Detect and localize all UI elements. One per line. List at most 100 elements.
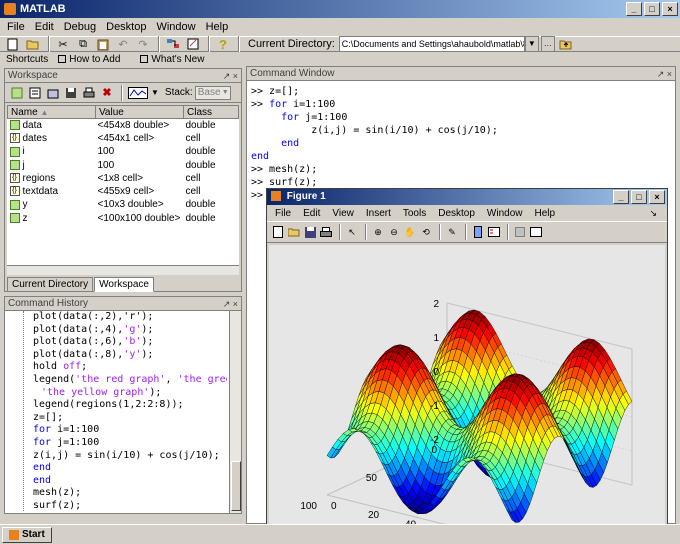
column-header-name[interactable]: Name ▲: [7, 105, 96, 119]
menu-desktop[interactable]: Desktop: [101, 21, 151, 33]
plot-selector-icon[interactable]: [127, 85, 149, 101]
history-tree-line: [23, 311, 24, 511]
figure-menu-window[interactable]: Window: [481, 208, 529, 219]
code-token: i=1:100: [287, 99, 336, 110]
code-line[interactable]: surf(z);: [9, 500, 227, 511]
panel-controls[interactable]: ↗ ×: [223, 69, 238, 83]
code-line[interactable]: plot(data(:,8),'y');: [9, 349, 227, 362]
scrollbar-thumb[interactable]: [231, 461, 241, 511]
code-line[interactable]: legend(regions(1,2:2:8));: [9, 399, 227, 412]
how-to-add-label: How to Add: [69, 53, 121, 65]
code-line[interactable]: end: [9, 462, 227, 475]
figure-menu-help[interactable]: Help: [529, 208, 562, 219]
dock-arrow-icon[interactable]: ↘: [643, 208, 663, 219]
table-row[interactable]: {} regions <1x8 cell> cell: [8, 172, 239, 185]
pan-hand-icon[interactable]: ✋: [403, 225, 417, 239]
open-file-icon[interactable]: [287, 225, 301, 239]
code-line[interactable]: mesh(z);: [9, 487, 227, 500]
code-line[interactable]: plot(data(:,2),'r');: [9, 311, 227, 324]
code-line: >> for i=1:100: [251, 98, 671, 111]
variable-name: z: [22, 212, 28, 224]
minimize-button[interactable]: _: [626, 2, 642, 16]
code-line: >> z=[];: [251, 85, 671, 98]
whats-new-link[interactable]: What's New: [140, 54, 214, 65]
edit-plot-arrow-icon[interactable]: ↖: [345, 225, 359, 239]
code-line[interactable]: end: [9, 475, 227, 488]
save-icon[interactable]: [63, 85, 79, 101]
figure-menu-desktop[interactable]: Desktop: [432, 208, 481, 219]
cell-class: cell: [185, 132, 201, 144]
vertical-scrollbar[interactable]: [229, 311, 241, 513]
table-row[interactable]: data <454x8 double> double: [8, 119, 239, 132]
figure-close-button[interactable]: ×: [649, 190, 665, 204]
rotate-3d-icon[interactable]: ⟲: [419, 225, 433, 239]
data-cursor-icon[interactable]: ✎: [445, 225, 459, 239]
code-line[interactable]: plot(data(:,4),'g');: [9, 324, 227, 337]
figure-menu-file[interactable]: File: [269, 208, 297, 219]
window-titlebar[interactable]: MATLAB _ □ ×: [0, 0, 680, 18]
code-line: end: [251, 137, 671, 150]
figure-icon: [271, 191, 281, 202]
menu-help[interactable]: Help: [201, 21, 234, 33]
table-row[interactable]: y <10x3 double> double: [8, 198, 239, 211]
figure-maximize-button[interactable]: □: [631, 190, 647, 204]
menu-window[interactable]: Window: [151, 21, 200, 33]
code-line[interactable]: legend('the red graph', 'the green: [9, 374, 227, 387]
hide-plot-tools-icon[interactable]: [513, 225, 527, 239]
horizontal-scrollbar[interactable]: [7, 265, 239, 275]
figure-menu-edit[interactable]: Edit: [297, 208, 326, 219]
panel-controls[interactable]: ↗ ×: [223, 297, 238, 311]
print-figure-icon[interactable]: [319, 225, 333, 239]
code-token: end: [281, 138, 300, 149]
tab-workspace[interactable]: Workspace: [94, 277, 154, 292]
tab-current-directory[interactable]: Current Directory: [7, 277, 94, 292]
cell-name: z: [8, 212, 96, 225]
column-header-class[interactable]: Class: [183, 105, 239, 119]
figure-canvas[interactable]: 210-1-2050100020406080100: [269, 245, 665, 544]
workspace-table: Name ▲ Value Class data <454x8 double> dou…: [7, 105, 239, 225]
start-button[interactable]: Start: [2, 527, 52, 543]
print-icon[interactable]: [81, 85, 97, 101]
figure-minimize-button[interactable]: _: [613, 190, 629, 204]
table-row[interactable]: {} textdata <455x9 cell> cell: [8, 185, 239, 198]
show-plot-tools-icon[interactable]: [529, 225, 543, 239]
column-header-value[interactable]: Value: [95, 105, 184, 119]
zoom-in-icon[interactable]: ⊕: [371, 225, 385, 239]
legend-icon[interactable]: [487, 225, 501, 239]
surface-plot[interactable]: 210-1-2050100020406080100: [269, 245, 665, 544]
table-row[interactable]: {} dates <454x1 cell> cell: [8, 132, 239, 145]
code-line[interactable]: for j=1:100: [9, 437, 227, 450]
maximize-button[interactable]: □: [644, 2, 660, 16]
menu-file[interactable]: File: [2, 21, 30, 33]
matrix-variable-icon: [9, 159, 20, 170]
figure-menu-tools[interactable]: Tools: [397, 208, 432, 219]
stack-select[interactable]: Base ▼: [194, 85, 231, 100]
import-data-icon[interactable]: [45, 85, 61, 101]
colorbar-icon[interactable]: [471, 225, 485, 239]
menu-debug[interactable]: Debug: [59, 21, 101, 33]
command-history-title: Command History: [8, 298, 89, 309]
code-line[interactable]: plot(data(:,6),'b');: [9, 336, 227, 349]
code-line[interactable]: z=[];: [9, 412, 227, 425]
figure-titlebar[interactable]: Figure 1 _ □ ×: [267, 189, 667, 205]
zoom-out-icon[interactable]: ⊖: [387, 225, 401, 239]
close-button[interactable]: ×: [662, 2, 678, 16]
code-line[interactable]: 'the yellow graph');: [9, 387, 227, 400]
panel-controls[interactable]: ↗ ×: [657, 67, 672, 81]
how-to-add-link[interactable]: How to Add: [58, 54, 130, 65]
code-line[interactable]: z(i,j) = sin(i/10) + cos(j/10);: [9, 450, 227, 463]
chevron-down-icon[interactable]: ▼: [151, 88, 159, 97]
menu-edit[interactable]: Edit: [30, 21, 59, 33]
new-variable-icon[interactable]: [9, 85, 25, 101]
new-figure-icon[interactable]: [271, 225, 285, 239]
table-row[interactable]: z <100x100 double> double: [8, 212, 239, 225]
figure-menu-view[interactable]: View: [326, 208, 360, 219]
code-line[interactable]: for i=1:100: [9, 424, 227, 437]
figure-menu-insert[interactable]: Insert: [360, 208, 397, 219]
table-row[interactable]: j 100 double: [8, 158, 239, 171]
code-line[interactable]: hold off;: [9, 361, 227, 374]
delete-icon[interactable]: ✖: [99, 85, 115, 101]
open-variable-icon[interactable]: [27, 85, 43, 101]
table-row[interactable]: i 100 double: [8, 145, 239, 158]
save-figure-icon[interactable]: [303, 225, 317, 239]
